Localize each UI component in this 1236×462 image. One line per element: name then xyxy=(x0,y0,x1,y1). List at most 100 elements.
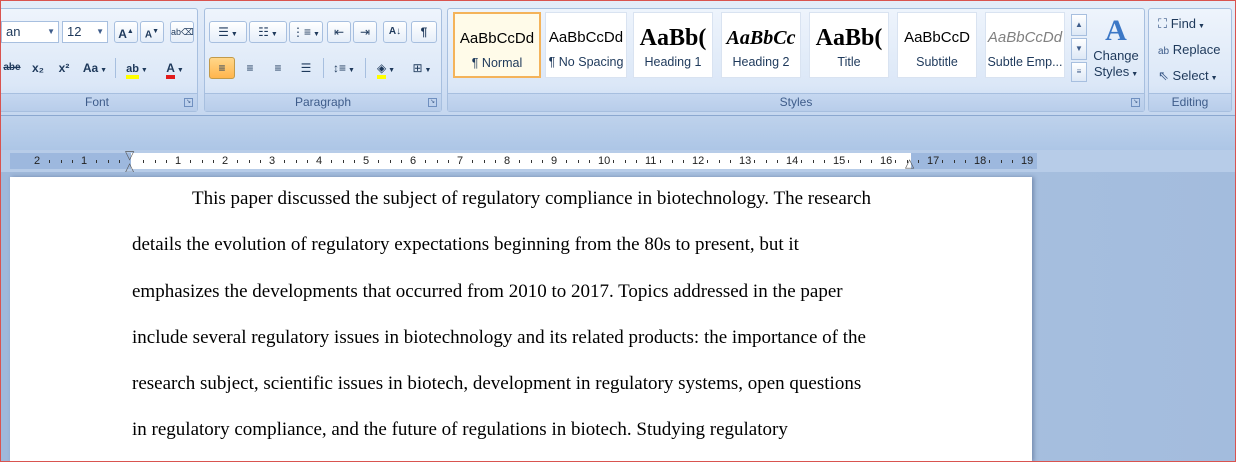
ruler-tick xyxy=(307,160,308,163)
ruler-tick xyxy=(472,160,473,163)
sort-icon: A↓ xyxy=(388,26,402,37)
superscript-button[interactable]: x² xyxy=(53,57,75,79)
ruler-tick xyxy=(625,160,626,163)
style-sample: AaBbCc xyxy=(726,27,796,49)
style-title[interactable]: AaBb( Title xyxy=(809,12,889,78)
ruler-tick xyxy=(707,160,708,163)
ruler-tick xyxy=(531,160,532,163)
strikethrough-icon: abe xyxy=(3,62,21,73)
ruler-tick xyxy=(378,160,379,163)
align-center-button[interactable]: ≡ xyxy=(237,57,263,79)
change-styles-icon: A xyxy=(1105,14,1127,47)
document-line: research subject, scientific issues in b… xyxy=(132,373,862,394)
document-line: This paper discussed the subject of regu… xyxy=(192,188,872,209)
clear-formatting-button[interactable]: ab⌫ xyxy=(170,21,194,43)
ruler-tick xyxy=(542,160,543,163)
ruler-tick xyxy=(766,160,767,163)
paragraph-dialog-launcher[interactable]: ↘ xyxy=(428,98,437,107)
increase-indent-button[interactable]: ⇥ xyxy=(353,21,377,43)
right-indent-marker[interactable]: △ xyxy=(905,156,914,170)
style-name: Heading 1 xyxy=(644,55,702,69)
change-case-button[interactable]: Aa ▼ xyxy=(79,57,111,79)
borders-button[interactable]: ⊞ ▼ xyxy=(405,57,439,79)
eraser-icon: ab⌫ xyxy=(171,27,194,37)
ruler-tick xyxy=(589,160,590,163)
chevron-up-icon: ▲ xyxy=(1075,20,1083,29)
font-dialog-launcher[interactable]: ↘ xyxy=(184,98,193,107)
highlight-button[interactable]: ab ▼ xyxy=(119,57,155,79)
font-name-combo[interactable]: an ▼ xyxy=(1,21,59,43)
document-page[interactable]: This paper discussed the subject of regu… xyxy=(10,177,1032,462)
shading-button[interactable]: ◈ ▼ xyxy=(369,57,403,79)
paragraph-group: ☰ ▼ ☷ ▼ ⋮≡ ▼ ⇤ ⇥ A↓ ¶ ≡ ≡ ≡ ☰ ↕≡ ▼ ◈ ▼ ⊞… xyxy=(204,8,442,112)
select-button[interactable]: ⇖ Select ▼ xyxy=(1158,68,1218,84)
pilcrow-icon: ¶ xyxy=(420,25,428,39)
ruler-tick xyxy=(660,160,661,163)
ruler-tick xyxy=(683,160,684,163)
font-color-icon: A xyxy=(166,61,175,79)
change-styles-label-2: Styles xyxy=(1093,64,1130,79)
find-button[interactable]: ⛶ Find ▼ xyxy=(1158,16,1205,32)
line-spacing-button[interactable]: ↕≡ ▼ xyxy=(327,57,361,79)
grow-font-icon: A xyxy=(118,27,127,41)
style-heading-2[interactable]: AaBbCc Heading 2 xyxy=(721,12,801,78)
numbering-button[interactable]: ☷ ▼ xyxy=(249,21,287,43)
style-name: ¶ Normal xyxy=(471,56,523,70)
style-name: Title xyxy=(837,55,861,69)
styles-group-label: Styles xyxy=(448,93,1144,111)
ruler-tick xyxy=(260,160,261,163)
replace-label: Replace xyxy=(1172,42,1221,57)
align-left-button[interactable]: ≡ xyxy=(209,57,235,79)
style-normal[interactable]: AaBbCcDd ¶ Normal xyxy=(453,12,541,78)
styles-scroll-up[interactable]: ▲ xyxy=(1071,14,1087,36)
align-center-icon: ≡ xyxy=(246,61,254,75)
ruler-tick xyxy=(202,160,203,163)
font-size-combo[interactable]: 12 ▼ xyxy=(62,21,108,43)
divider xyxy=(323,58,324,78)
style-no-spacing[interactable]: AaBbCcDd ¶ No Spacing xyxy=(545,12,627,78)
align-right-button[interactable]: ≡ xyxy=(265,57,291,79)
font-color-button[interactable]: A ▼ xyxy=(157,57,193,79)
ruler-number: 14 xyxy=(786,155,799,167)
strikethrough-button[interactable]: abe xyxy=(1,57,23,79)
styles-more-button[interactable]: ≡ xyxy=(1071,62,1087,82)
style-subtle-emphasis[interactable]: AaBbCcDd Subtle Emp... xyxy=(985,12,1065,78)
binoculars-icon: ⛶ xyxy=(1158,16,1168,31)
change-styles-button[interactable]: A Change Styles ▼ xyxy=(1090,14,1142,94)
horizontal-ruler[interactable]: 2 1 1 2 3 4 5 6 7 8 9 10 11 12 13 14 15 16 17 18 19 ▽ △ △ xyxy=(0,148,1236,174)
show-hide-marks-button[interactable]: ¶ xyxy=(411,21,437,43)
ruler-tick xyxy=(331,160,332,163)
change-case-icon: Aa xyxy=(82,61,99,75)
document-line: in regulatory compliance, and the future… xyxy=(132,419,788,440)
replace-button[interactable]: ab Replace xyxy=(1158,42,1220,57)
ruler-tick xyxy=(871,160,872,163)
font-name-value: an xyxy=(6,24,21,39)
ruler-number: 19 xyxy=(1021,155,1034,167)
ruler-tick xyxy=(918,160,919,163)
ruler-tick xyxy=(237,160,238,163)
ruler-tick xyxy=(213,160,214,163)
justify-icon: ☰ xyxy=(300,61,312,75)
sort-button[interactable]: A↓ xyxy=(383,21,407,43)
ruler-number: 17 xyxy=(927,155,940,167)
decrease-indent-button[interactable]: ⇤ xyxy=(327,21,351,43)
justify-button[interactable]: ☰ xyxy=(293,57,319,79)
document-line: emphasizes the developments that occurre… xyxy=(132,281,843,302)
more-icon: ≡ xyxy=(1076,67,1082,76)
ruler-tick xyxy=(1001,160,1002,163)
styles-dialog-launcher[interactable]: ↘ xyxy=(1131,98,1140,107)
ruler-tick xyxy=(284,160,285,163)
bullets-button[interactable]: ☰ ▼ xyxy=(209,21,247,43)
multilevel-list-button[interactable]: ⋮≡ ▼ xyxy=(289,21,323,43)
shrink-font-button[interactable]: A▼ xyxy=(140,21,164,43)
ruler-tick xyxy=(672,160,673,163)
ruler-tick xyxy=(61,160,62,163)
style-sample: AaBbCcDd xyxy=(987,29,1063,46)
grow-font-button[interactable]: A▲ xyxy=(114,21,138,43)
subscript-button[interactable]: x₂ xyxy=(27,57,49,79)
increase-indent-icon: ⇥ xyxy=(359,25,371,39)
numbered-list-icon: ☷ xyxy=(258,25,269,39)
style-subtitle[interactable]: AaBbCcD Subtitle xyxy=(897,12,977,78)
style-heading-1[interactable]: AaBb( Heading 1 xyxy=(633,12,713,78)
styles-scroll-down[interactable]: ▼ xyxy=(1071,38,1087,60)
